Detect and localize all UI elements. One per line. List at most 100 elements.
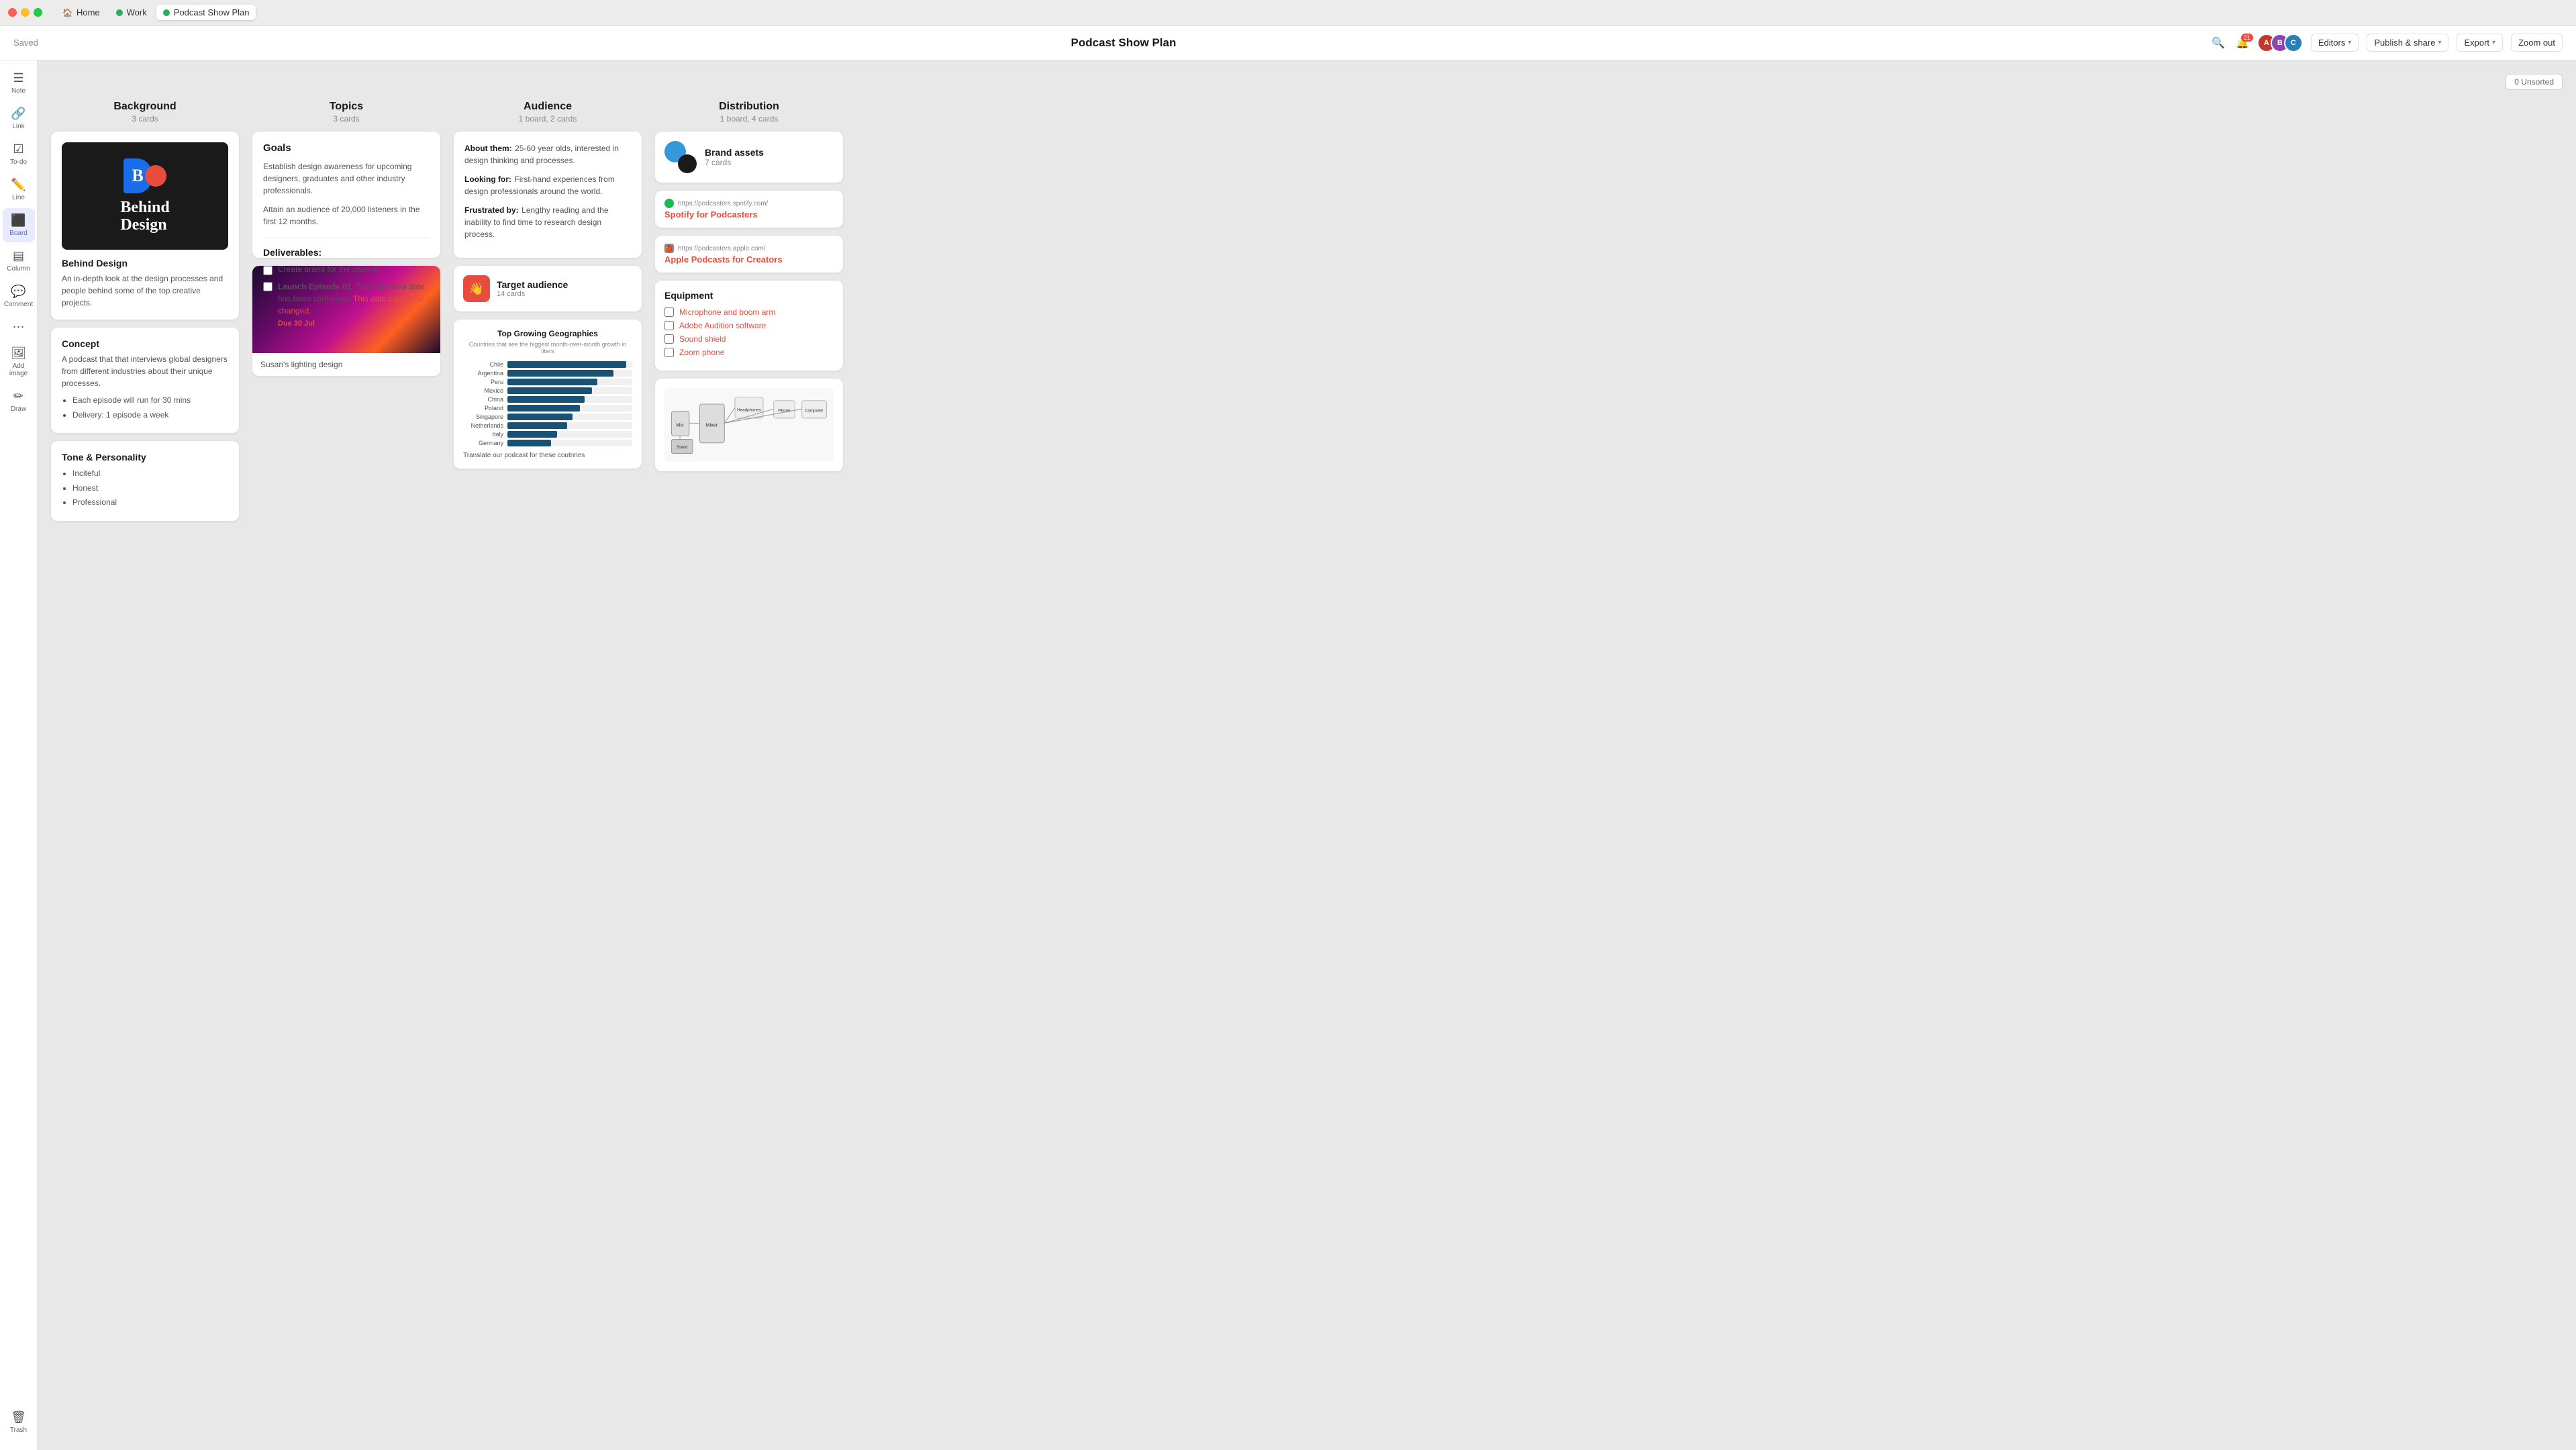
svg-text:Mixer: Mixer [705, 422, 717, 428]
card-behind-design[interactable]: B BehindDesign Behind Design An in-depth… [51, 132, 239, 320]
card-brand-assets[interactable]: Brand assets 7 cards [655, 132, 843, 183]
spotify-link-title[interactable]: Spotify for Podcasters [664, 209, 834, 220]
card-equipment: Equipment Microphone and boom arm Adobe … [655, 281, 843, 371]
bar-row: Poland [463, 405, 632, 412]
concept-list: Each episode will run for 30 mins Delive… [62, 393, 228, 422]
bar-track [507, 431, 632, 438]
mic-link[interactable]: Microphone and boom arm [679, 307, 775, 317]
editors-button[interactable]: Editors ▾ [2311, 34, 2359, 52]
column-icon: ▤ [13, 249, 24, 263]
search-icon[interactable]: 🔍 [2209, 34, 2228, 52]
card-apple-link[interactable]: 🍎 https://podcasters.apple.com/ Apple Po… [655, 236, 843, 273]
content-area: 0 Unsorted Background 3 cards B [38, 60, 2576, 1450]
sidebar-item-trash[interactable]: 🗑 Trash [3, 1405, 35, 1439]
card-tone[interactable]: Tone & Personality Inciteful Honest Prof… [51, 441, 239, 521]
sidebar-item-column[interactable]: ▤ Column [3, 244, 35, 278]
frustrated-label: Frustrated by: [464, 205, 519, 215]
column-header-audience: Audience 1 board, 2 cards [454, 101, 642, 124]
shield-checkbox[interactable] [664, 334, 674, 344]
tab-podcast[interactable]: Podcast Show Plan [156, 5, 256, 20]
equip-item-shield: Sound shield [664, 334, 834, 344]
maximize-button[interactable] [34, 8, 42, 17]
minimize-button[interactable] [21, 8, 30, 17]
home-icon: 🏠 [62, 8, 72, 17]
column-header-topics: Topics 3 cards [252, 101, 440, 124]
create-brand-checkbox[interactable] [263, 266, 273, 275]
audition-checkbox[interactable] [664, 321, 674, 330]
mic-checkbox[interactable] [664, 307, 674, 317]
column-subtitle-distribution: 1 board, 4 cards [655, 114, 843, 124]
chevron-down-icon: ▾ [2492, 39, 2495, 46]
concept-description: A podcast that that interviews global de… [62, 353, 228, 389]
photo-caption: Susan's lighting design [252, 353, 440, 376]
note-icon: ☰ [13, 71, 23, 85]
bar-track [507, 370, 632, 377]
zoom-link[interactable]: Zoom phone [679, 348, 724, 357]
close-button[interactable] [8, 8, 17, 17]
column-subtitle-audience: 1 board, 2 cards [454, 114, 642, 124]
bar-track [507, 361, 632, 368]
comment-icon: 💬 [11, 285, 26, 299]
svg-text:Computer: Computer [805, 408, 824, 413]
card-target-audience[interactable]: 👋 Target audience 14 cards [454, 266, 642, 311]
brand-assets-info: Brand assets 7 cards [705, 147, 764, 167]
audition-link[interactable]: Adobe Audition software [679, 321, 766, 330]
tab-home-label: Home [77, 7, 100, 17]
chart-subtitle: Countries that see the biggest month-ove… [463, 341, 632, 354]
concept-title: Concept [62, 338, 228, 349]
bar-fill [507, 361, 626, 368]
bar-label: Chile [463, 361, 503, 368]
tab-home[interactable]: 🏠 Home [56, 5, 107, 20]
apple-url-text: https://podcasters.apple.com/ [678, 245, 766, 252]
sidebar-item-draw[interactable]: ✏ Draw [3, 384, 35, 418]
bar-row: Germany [463, 440, 632, 446]
card-concept[interactable]: Concept A podcast that that interviews g… [51, 328, 239, 433]
bar-fill [507, 440, 551, 446]
card-audience-info[interactable]: About them: 25-60 year olds, interested … [454, 132, 642, 258]
list-item: Inciteful [72, 467, 228, 481]
sidebar-label-link: Link [12, 123, 24, 130]
bar-label: China [463, 396, 503, 403]
card-goals[interactable]: Goals Establish design awareness for upc… [252, 132, 440, 258]
sidebar-item-todo[interactable]: ☑ To-do [3, 137, 35, 171]
unsorted-badge: 0 Unsorted [2506, 74, 2563, 90]
behind-design-image: B BehindDesign [62, 142, 228, 250]
apple-link-title[interactable]: Apple Podcasts for Creators [664, 254, 834, 264]
column-background: Background 3 cards B Behi [51, 101, 239, 529]
brand-assets-count: 7 cards [705, 158, 764, 167]
bar-label: Mexico [463, 387, 503, 394]
card-spotify-link[interactable]: https://podcasters.spotify.com/ Spotify … [655, 191, 843, 228]
sidebar-item-line[interactable]: ✏️ Line [3, 173, 35, 207]
publish-share-button[interactable]: Publish & share ▾ [2367, 34, 2448, 52]
export-button[interactable]: Export ▾ [2457, 34, 2503, 52]
sidebar-item-board[interactable]: ⬛ Board [3, 208, 35, 242]
shield-link[interactable]: Sound shield [679, 334, 726, 344]
sidebar-item-more[interactable]: ⋯ [3, 315, 35, 340]
svg-text:Headphones: Headphones [737, 407, 761, 412]
zoom-button[interactable]: Zoom out [2511, 34, 2563, 52]
column-header-distribution: Distribution 1 board, 4 cards [655, 101, 843, 124]
tab-work[interactable]: Work [109, 5, 154, 20]
bar-label: Poland [463, 405, 503, 412]
topbar: Saved Podcast Show Plan 🔍 🔔 21 A B C Edi… [0, 26, 2576, 60]
bar-fill [507, 387, 592, 394]
bar-label: Peru [463, 379, 503, 385]
bar-track [507, 414, 632, 420]
launch-episode-checkbox[interactable] [263, 282, 273, 291]
sidebar-item-link[interactable]: 🔗 Link [3, 101, 35, 136]
notification-button[interactable]: 🔔 21 [2236, 36, 2249, 50]
chevron-down-icon: ▾ [2438, 39, 2441, 46]
sidebar-item-note[interactable]: ☰ Note [3, 66, 35, 100]
bar-track [507, 440, 632, 446]
bar-row: Peru [463, 379, 632, 385]
bar-row: Chile [463, 361, 632, 368]
board-icon: ⬛ [11, 213, 26, 228]
zoom-checkbox[interactable] [664, 348, 674, 357]
sidebar-label-todo: To-do [10, 158, 27, 166]
traffic-lights [8, 8, 42, 17]
sidebar-item-add-image[interactable]: 🖼 Add image [3, 341, 35, 383]
sidebar-item-comment[interactable]: 💬 Comment [3, 279, 35, 313]
goals-secondary: Attain an audience of 20,000 listeners i… [263, 203, 430, 228]
column-subtitle-background: 3 cards [51, 114, 239, 124]
bar-fill [507, 370, 613, 377]
